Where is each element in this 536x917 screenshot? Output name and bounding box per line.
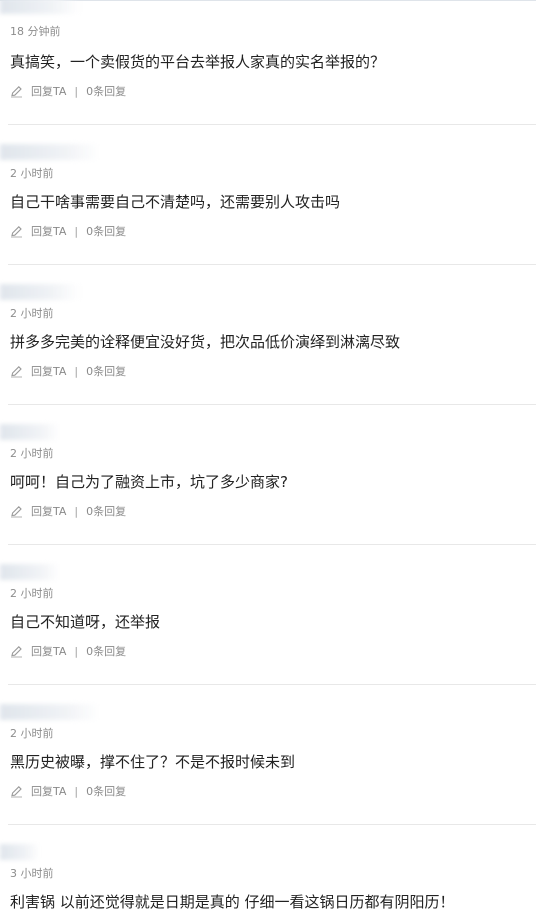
action-divider: | [74,784,79,798]
comment-content: 拼多多完美的诠释便宜没好货，把次品低价演绎到淋漓尽致 [10,333,401,351]
comment-time: 2 小时前 [10,587,54,600]
comment-item: 2 小时前 自己不知道呀，还举报 回复TA | 0条回复 [0,560,536,700]
comment-item: 3 小时前 利害锅 以前还觉得就是日期是真的 仔细一看这锅日历都有阴阳历！ [0,840,536,917]
comment-time: 3 小时前 [10,867,54,880]
action-divider: | [74,644,79,658]
comment-time: 2 小时前 [10,167,54,180]
comment-time: 2 小时前 [10,727,54,740]
reply-button[interactable]: 回复TA [31,503,66,519]
pencil-icon [10,225,23,238]
comment-actions: 回复TA | 0条回复 [10,784,126,798]
comment-content: 自己不知道呀，还举报 [10,613,161,631]
reply-button[interactable]: 回复TA [31,83,66,99]
pencil-icon [10,645,23,658]
reply-count-link[interactable]: 0条回复 [86,503,126,519]
comment-actions: 回复TA | 0条回复 [10,84,126,98]
username-blurred[interactable] [0,0,80,14]
username-blurred[interactable] [0,284,80,300]
username-blurred[interactable] [0,704,100,720]
pencil-icon [10,85,23,98]
comment-actions: 回复TA | 0条回复 [10,224,126,238]
reply-count-link[interactable]: 0条回复 [86,83,126,99]
comment-separator [8,544,536,545]
comment-item: 2 小时前 自己干啥事需要自己不清楚吗，还需要别人攻击吗 回复TA | 0条回复 [0,140,536,280]
comment-separator [8,124,536,125]
comment-actions: 回复TA | 0条回复 [10,364,126,378]
comment-time: 2 小时前 [10,307,54,320]
username-blurred[interactable] [0,844,40,860]
action-divider: | [74,364,79,378]
reply-count-link[interactable]: 0条回复 [86,363,126,379]
comment-time: 18 分钟前 [10,25,61,38]
reply-count-link[interactable]: 0条回复 [86,643,126,659]
comment-content: 利害锅 以前还觉得就是日期是真的 仔细一看这锅日历都有阴阳历！ [10,893,455,911]
reply-button[interactable]: 回复TA [31,223,66,239]
comment-separator [8,824,536,825]
comment-item: 2 小时前 拼多多完美的诠释便宜没好货，把次品低价演绎到淋漓尽致 回复TA | … [0,280,536,420]
pencil-icon [10,505,23,518]
comment-content: 真搞笑，一个卖假货的平台去举报人家真的实名举报的？ [10,53,386,71]
reply-count-link[interactable]: 0条回复 [86,223,126,239]
comment-time: 2 小时前 [10,447,54,460]
action-divider: | [74,504,79,518]
comment-actions: 回复TA | 0条回复 [10,644,126,658]
comment-item: 2 小时前 呵呵！自己为了融资上市，坑了多少商家? 回复TA | 0条回复 [0,420,536,560]
comment-content: 呵呵！自己为了融资上市，坑了多少商家? [10,473,288,491]
username-blurred[interactable] [0,424,60,440]
comment-separator [8,684,536,685]
action-divider: | [74,84,79,98]
reply-count-link[interactable]: 0条回复 [86,783,126,799]
comment-content: 自己干啥事需要自己不清楚吗，还需要别人攻击吗 [10,193,341,211]
pencil-icon [10,365,23,378]
reply-button[interactable]: 回复TA [31,783,66,799]
comment-content: 黑历史被曝，撑不住了？不是不报时候未到 [10,753,296,771]
username-blurred[interactable] [0,564,60,580]
comment-actions: 回复TA | 0条回复 [10,504,126,518]
reply-button[interactable]: 回复TA [31,643,66,659]
action-divider: | [74,224,79,238]
pencil-icon [10,785,23,798]
username-blurred[interactable] [0,144,100,160]
comment-separator [8,404,536,405]
comment-separator [8,264,536,265]
comment-item: 2 小时前 黑历史被曝，撑不住了？不是不报时候未到 回复TA | 0条回复 [0,700,536,840]
reply-button[interactable]: 回复TA [31,363,66,379]
comment-item: 18 分钟前 真搞笑，一个卖假货的平台去举报人家真的实名举报的？ 回复TA | … [0,0,536,125]
